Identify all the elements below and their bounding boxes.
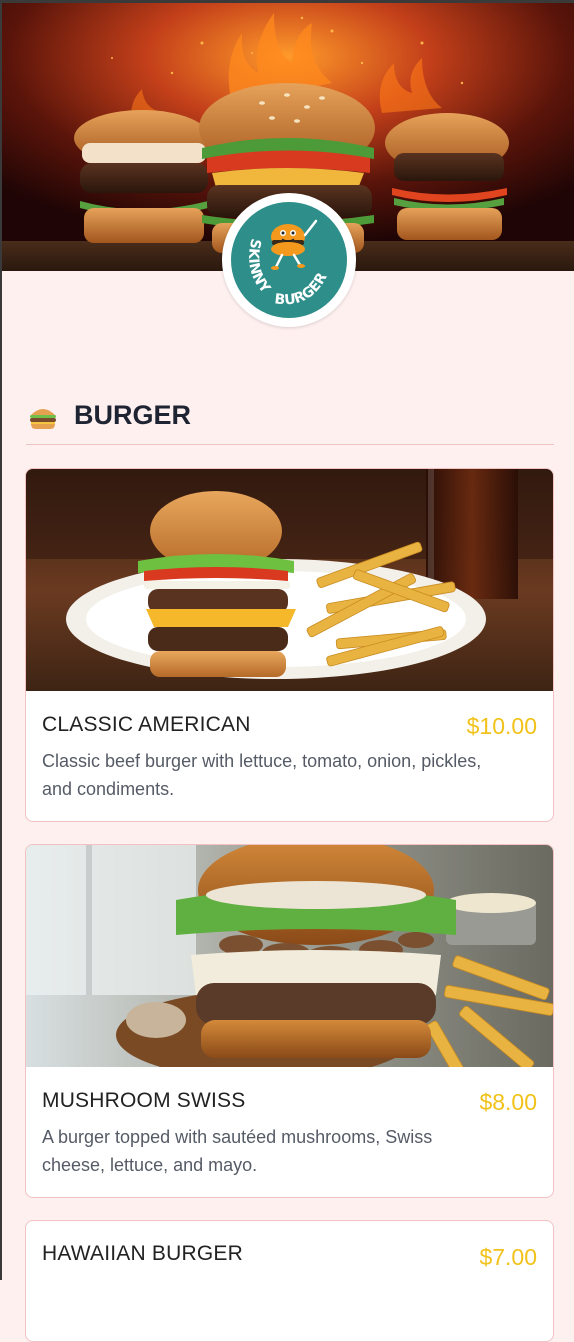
window-frame-top — [0, 0, 574, 3]
menu-item-card[interactable]: CLASSIC AMERICAN $10.00 Classic beef bur… — [25, 468, 554, 822]
menu-item-description: A burger topped with sautéed mushrooms, … — [42, 1127, 433, 1175]
section-title: BURGER — [74, 400, 192, 430]
menu-item-name: MUSHROOM SWISS — [42, 1089, 246, 1112]
menu-item-price: $8.00 — [479, 1089, 537, 1115]
menu-item-card[interactable]: HAWAIIAN BURGER $7.00 — [25, 1220, 554, 1342]
menu-item-description: Classic beef burger with lettuce, tomato… — [42, 751, 482, 799]
menu-item-name: CLASSIC AMERICAN — [42, 713, 251, 736]
menu-item-name: HAWAIIAN BURGER — [42, 1242, 243, 1265]
menu-item-card[interactable]: MUSHROOM SWISS $8.00 A burger topped wit… — [25, 844, 554, 1198]
menu-item-image — [26, 845, 553, 1067]
menu-item-price: $7.00 — [479, 1244, 537, 1270]
window-frame-left — [0, 0, 2, 1280]
section-header-burger: BURGER — [26, 396, 554, 445]
burger-icon — [30, 409, 56, 429]
menu-item-price: $10.00 — [466, 713, 537, 739]
skinny-burger-logo[interactable]: SKINNY BURGER — [222, 193, 356, 327]
menu-item-image — [26, 469, 553, 691]
